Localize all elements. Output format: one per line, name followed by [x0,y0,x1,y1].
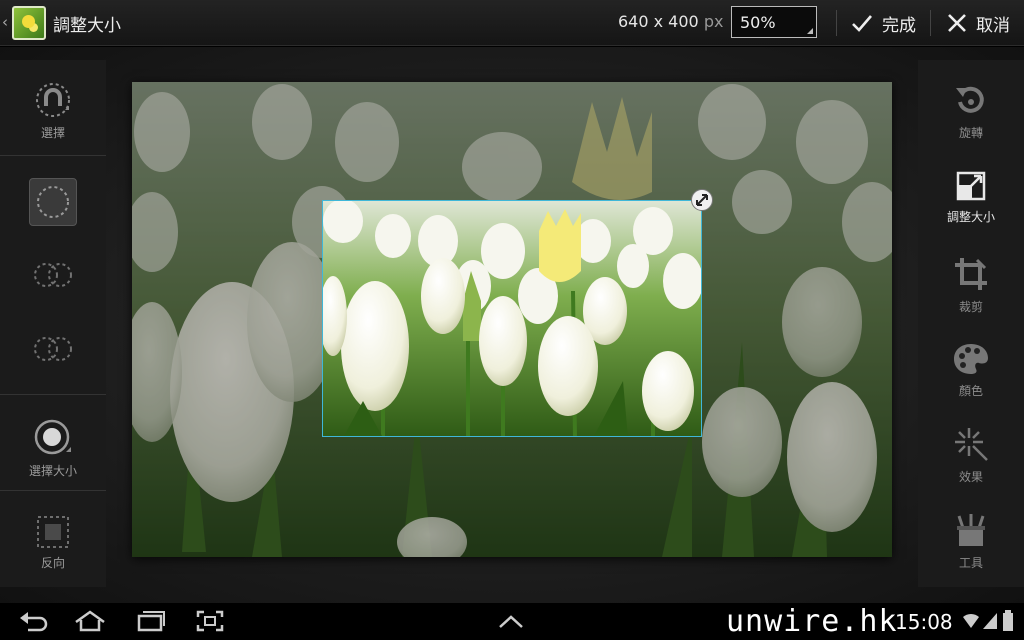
toolbox-icon [957,514,985,546]
dashed-circle-icon [37,186,69,218]
circle-shape-button[interactable] [0,178,106,226]
recent-apps-icon[interactable] [136,610,166,632]
subtract-shape-button[interactable] [0,332,106,366]
invert-selection-button[interactable]: 反向 [0,514,106,571]
zoom-select[interactable]: 50% [731,6,817,38]
tools-button[interactable]: 工具 [918,512,1024,571]
resize-selection-frame[interactable] [322,200,702,437]
home-icon[interactable] [74,610,106,632]
divider [0,155,106,156]
close-icon [948,14,966,32]
divider [836,10,837,36]
action-bar: ‹ 調整大小 640 x 400 px 50% 完成 取消 [0,0,1024,46]
magnet-select-icon [36,83,70,117]
battery-icon [1003,610,1013,631]
effects-tool-button[interactable]: 效果 [918,426,1024,485]
dimensions-value: 640 x 400 [618,12,699,31]
brush-size-icon [34,419,71,455]
invert-selection-label: 反向 [40,556,65,570]
signal-icon [983,613,997,629]
chevron-up-icon[interactable] [498,613,524,629]
resize-diagonal-icon [696,194,708,206]
system-navigation-bar: unwire.hk 15:08 [0,603,1024,640]
resize-icon [956,171,986,201]
checkmark-icon [852,15,872,32]
dropdown-corner-icon [807,28,813,34]
selection-toolbar: 選擇 選擇大小 反向 [0,60,106,587]
add-shape-button[interactable] [0,258,106,292]
select-tool-label: 選擇 [40,126,65,140]
edit-tools-toolbar: 旋轉 調整大小 裁剪 顏色 效果 工具 [918,60,1024,587]
union-circles-icon [34,263,72,287]
tools-label: 工具 [958,556,983,570]
crop-tool-button[interactable]: 裁剪 [918,256,1024,315]
rotate-icon [956,86,984,113]
watermark: unwire.hk [726,604,898,639]
active-shape-highlight [29,178,77,226]
page-title: 調整大小 [53,16,121,36]
zoom-value: 50% [740,13,776,32]
photo-editor-app-icon[interactable] [12,6,46,40]
divider [0,490,106,491]
selected-area-preview [323,201,701,436]
palette-icon [954,344,988,374]
color-tool-button[interactable]: 顏色 [918,342,1024,399]
screenshot-icon[interactable] [196,610,224,632]
wifi-icon [963,613,979,628]
status-clock: 15:08 [895,610,953,634]
effects-tool-label: 效果 [958,470,983,484]
brush-size-button[interactable]: 選擇大小 [0,418,106,479]
done-label: 完成 [882,15,916,36]
invert-selection-icon [37,516,69,548]
brush-size-label: 選擇大小 [28,464,77,478]
crop-tool-label: 裁剪 [958,300,983,314]
sparkle-effects-icon [955,428,988,461]
photo-canvas[interactable] [132,82,892,557]
done-button[interactable]: 完成 [850,8,916,38]
rotate-tool-label: 旋轉 [958,126,983,140]
cancel-button[interactable]: 取消 [946,8,1010,38]
select-tool-button[interactable]: 選擇 [0,80,106,141]
image-dimensions: 640 x 400 px [618,12,723,31]
divider [930,10,931,36]
back-arrow-icon[interactable] [18,610,48,632]
subtract-circles-icon [34,337,72,361]
resize-tool-button[interactable]: 調整大小 [918,170,1024,225]
resize-handle[interactable] [691,189,713,211]
crop-icon [955,258,987,290]
dimensions-unit: px [703,12,724,31]
color-tool-label: 顏色 [958,384,983,398]
resize-tool-label: 調整大小 [946,210,995,224]
divider [0,394,106,395]
back-caret-icon[interactable]: ‹ [2,13,8,31]
cancel-label: 取消 [976,15,1010,36]
rotate-tool-button[interactable]: 旋轉 [918,82,1024,141]
